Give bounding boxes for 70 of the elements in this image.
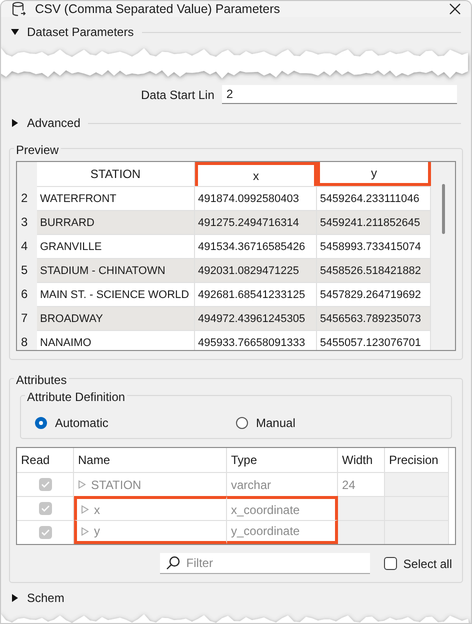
column-header: Width bbox=[338, 448, 385, 472]
checkbox[interactable] bbox=[38, 526, 52, 539]
attribute-name: x bbox=[94, 502, 100, 516]
group-title: Attribute Definition bbox=[25, 390, 128, 404]
line-number: 8 bbox=[20, 334, 29, 350]
table-cell: MAIN ST. - SCIENCE WORLD bbox=[37, 282, 195, 306]
line-number: 7 bbox=[20, 310, 29, 327]
radio-label: Automatic bbox=[55, 416, 108, 430]
expand-triangle-icon[interactable] bbox=[11, 119, 19, 127]
checkbox[interactable] bbox=[38, 502, 52, 515]
table-cell: NANAIMO bbox=[37, 330, 195, 350]
table-cell: 491874.0992580403 bbox=[195, 186, 317, 210]
section-header[interactable]: Schem bbox=[27, 591, 64, 605]
column-header: Read bbox=[17, 448, 74, 472]
checkbox[interactable] bbox=[384, 557, 398, 570]
table-cell: GRANVILLE bbox=[37, 234, 195, 258]
radio-label: Manual bbox=[256, 416, 296, 430]
table-cell: BURRARD bbox=[37, 210, 195, 234]
table-cell: 5457829.264719692 bbox=[317, 282, 431, 306]
table-cell: 491534.36716585426 bbox=[195, 234, 317, 258]
group-title: Attributes bbox=[14, 373, 69, 387]
table-cell: 491275.2494716314 bbox=[195, 210, 317, 234]
database-icon bbox=[11, 1, 27, 17]
table-cell: 492681.68541233125 bbox=[195, 282, 317, 306]
attribute-name: STATION bbox=[91, 478, 142, 492]
expand-triangle-icon[interactable] bbox=[11, 594, 19, 602]
collapse-triangle-icon[interactable] bbox=[11, 28, 19, 36]
close-icon[interactable] bbox=[449, 3, 461, 15]
group-title: Preview bbox=[14, 143, 61, 157]
table-cell: 5459264.233111046 bbox=[317, 186, 431, 210]
table-cell: 5458526.518421882 bbox=[317, 258, 431, 282]
field-label: Data Start Lin bbox=[141, 88, 214, 102]
line-number: 3 bbox=[20, 214, 29, 231]
search-icon bbox=[166, 556, 180, 570]
attribute-name: y bbox=[94, 524, 100, 538]
checkbox[interactable] bbox=[38, 478, 52, 491]
column-header: y bbox=[317, 162, 431, 186]
window-title: CSV (Comma Separated Value) Parameters bbox=[35, 2, 282, 16]
table-cell bbox=[385, 496, 449, 520]
attribute-width: 24 bbox=[342, 478, 356, 492]
line-number: 4 bbox=[20, 238, 29, 255]
column-header: x bbox=[195, 162, 317, 186]
input-field[interactable]: 2 bbox=[222, 85, 457, 104]
line-number: 2 bbox=[20, 190, 29, 207]
column-header: Name bbox=[74, 448, 227, 472]
radio-button[interactable] bbox=[236, 417, 248, 429]
table-cell: BROADWAY bbox=[37, 306, 195, 330]
table-cell: WATERFRONT bbox=[37, 186, 195, 210]
checkbox-label: Select all bbox=[403, 556, 452, 570]
radio-button[interactable] bbox=[35, 417, 47, 429]
table-cell: 494972.43961245305 bbox=[195, 306, 317, 330]
attribute-type: varchar bbox=[231, 478, 272, 492]
attribute-type: x_coordinate bbox=[231, 502, 300, 516]
section-header[interactable]: Dataset Parameters bbox=[27, 25, 134, 39]
table-cell: STADIUM - CHINATOWN bbox=[37, 258, 195, 282]
column-header: Type bbox=[227, 448, 338, 472]
column-header: STATION bbox=[37, 162, 195, 186]
table-cell: 5458993.733415074 bbox=[317, 234, 431, 258]
section-header[interactable]: Advanced bbox=[27, 116, 80, 130]
table-cell: 495933.76658091333 bbox=[195, 330, 317, 350]
attribute-type: y_coordinate bbox=[231, 524, 300, 538]
line-number: 6 bbox=[20, 286, 29, 303]
scrollbar-thumb[interactable] bbox=[442, 184, 444, 234]
table-cell: 5455057.123076701 bbox=[317, 330, 431, 350]
table-cell bbox=[385, 520, 449, 544]
table-cell: 5459241.211852645 bbox=[317, 210, 431, 234]
table-cell: 5456563.789235073 bbox=[317, 306, 431, 330]
filter-field[interactable]: Filter bbox=[160, 553, 370, 574]
line-number: 5 bbox=[20, 262, 29, 279]
table-cell: 492031.0829471225 bbox=[195, 258, 317, 282]
